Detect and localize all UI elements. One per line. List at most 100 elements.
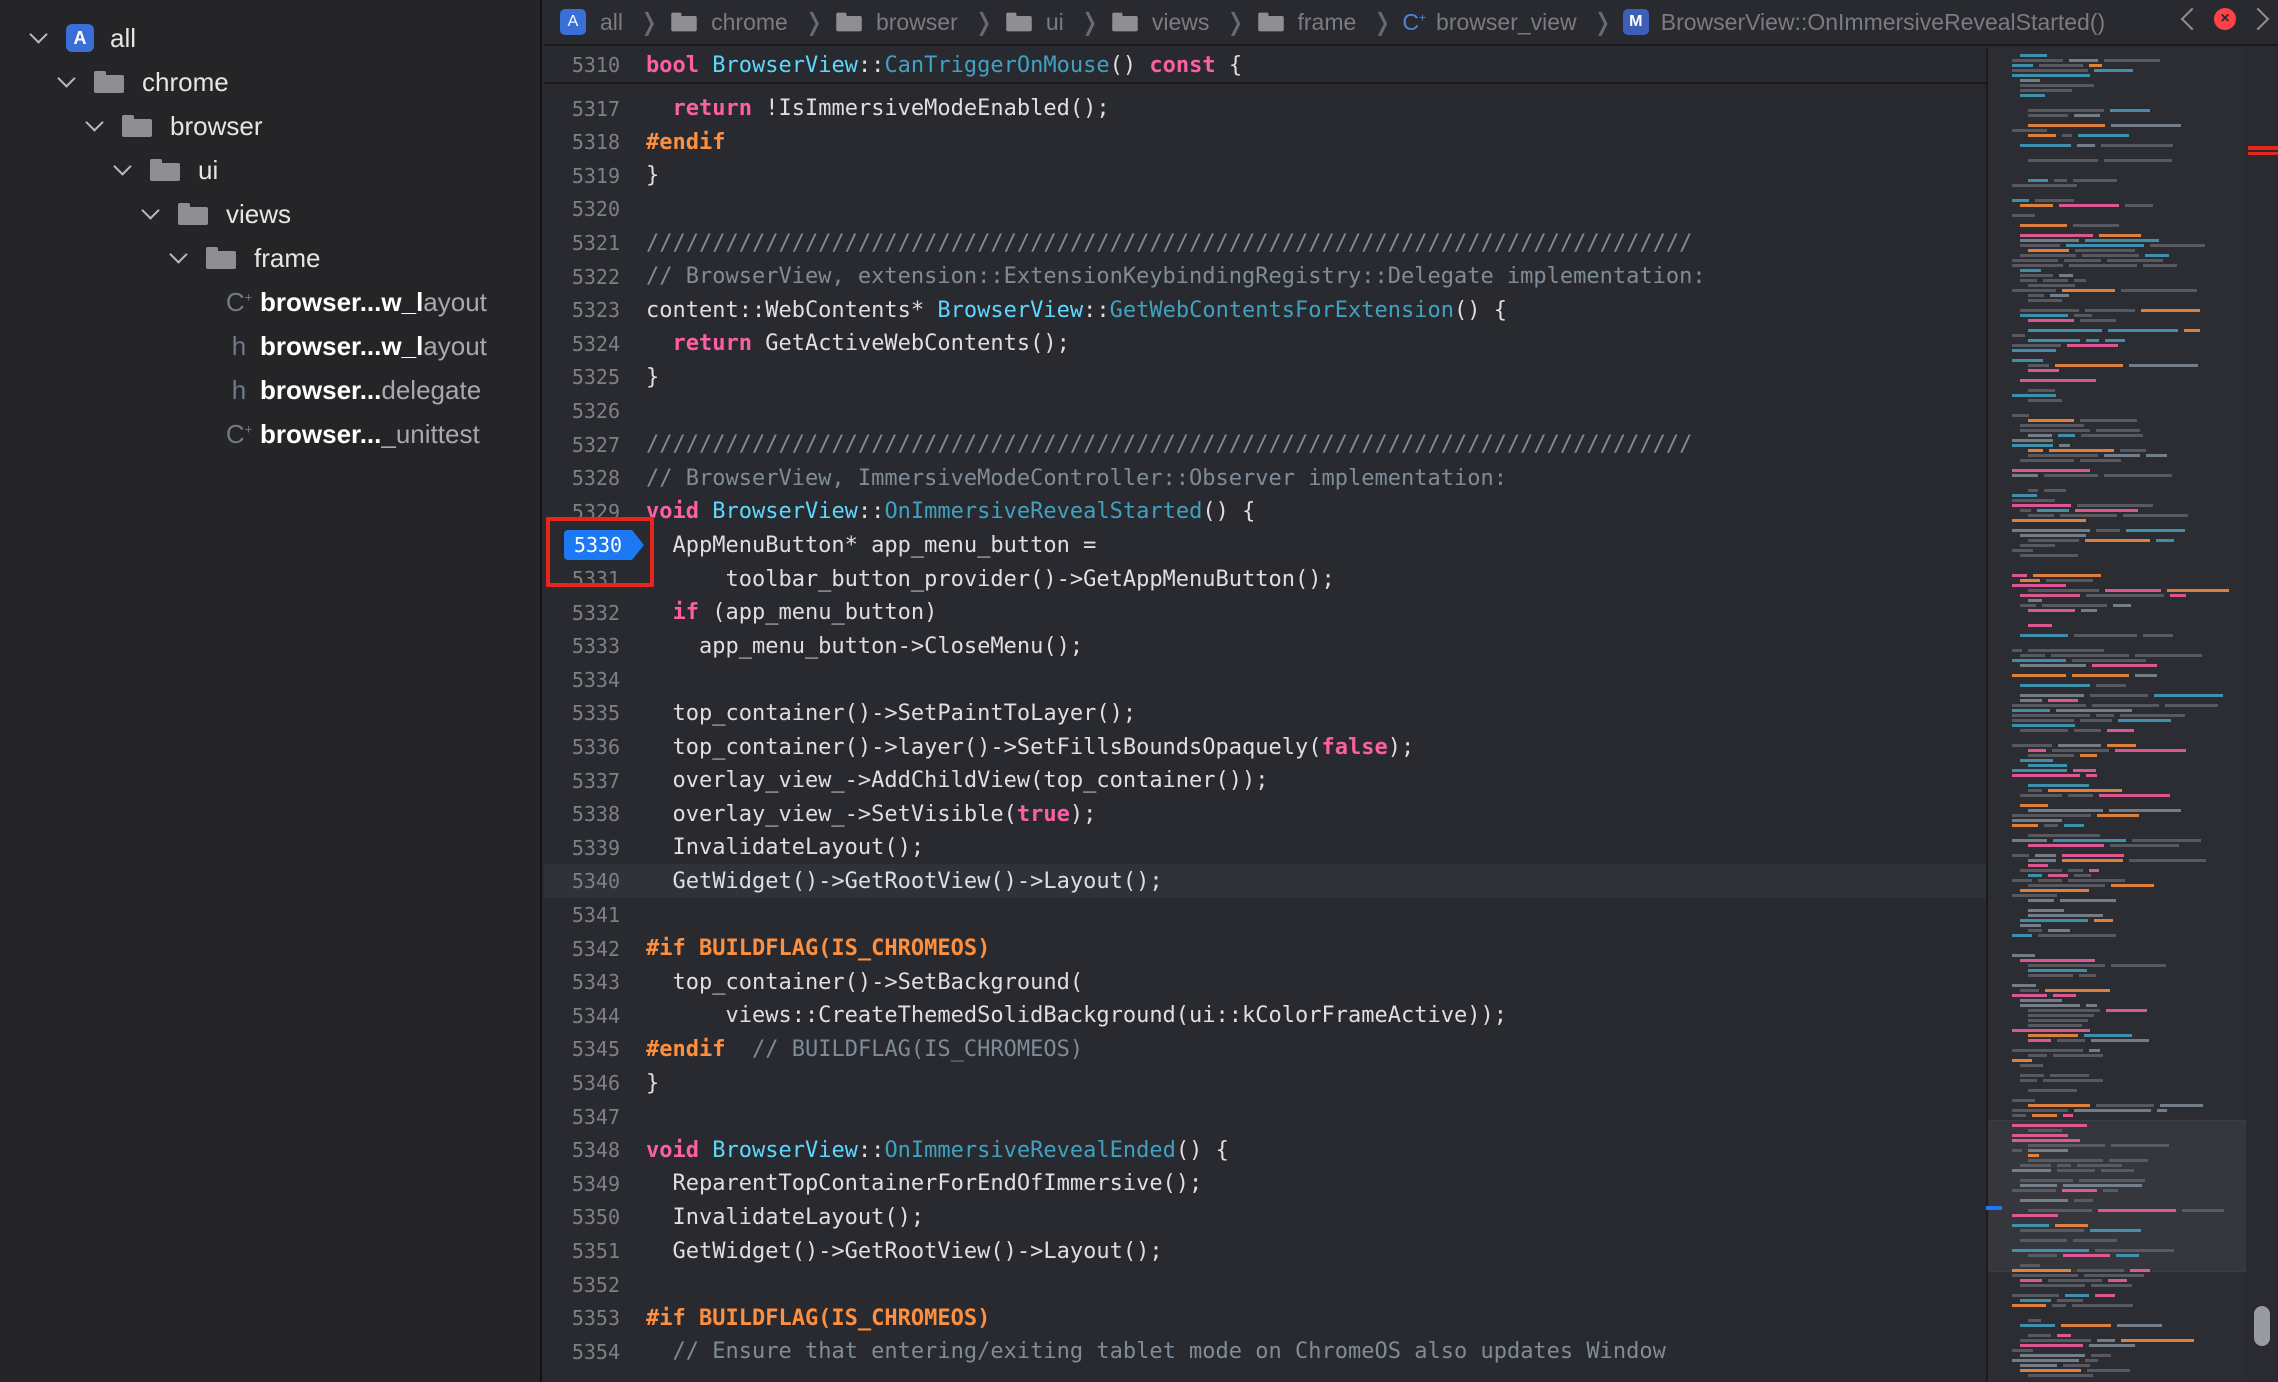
tree-item-frame[interactable]: frame bbox=[168, 236, 320, 280]
source-editor[interactable]: 5310 bool BrowserView::CanTriggerOnMouse(… bbox=[544, 48, 1986, 1382]
code-text[interactable]: overlay_view_->AddChildView(top_containe… bbox=[646, 768, 1268, 793]
line-number[interactable]: 5310 bbox=[544, 53, 620, 77]
code-line[interactable]: 5347 bbox=[544, 1100, 1986, 1134]
code-line[interactable]: 5353 #if BUILDFLAG(IS_CHROMEOS) bbox=[544, 1301, 1986, 1335]
code-text[interactable]: } bbox=[646, 365, 659, 390]
code-line[interactable]: 5332 if (app_menu_button) bbox=[544, 596, 1986, 630]
code-line[interactable]: 5349 ReparentTopContainerForEndOfImmersi… bbox=[544, 1167, 1986, 1201]
line-number[interactable]: 5342 bbox=[544, 937, 620, 961]
code-line[interactable]: 5330 AppMenuButton* app_menu_button =533… bbox=[544, 528, 1986, 562]
code-line[interactable]: 5352 bbox=[544, 1268, 1986, 1302]
line-number[interactable]: 5327 bbox=[544, 433, 620, 457]
code-line[interactable]: 5327 ////////////////////////////////////… bbox=[544, 428, 1986, 462]
back-arrow-icon[interactable] bbox=[2180, 7, 2204, 31]
tree-item-ui[interactable]: ui bbox=[112, 148, 218, 192]
code-text[interactable]: ////////////////////////////////////////… bbox=[646, 432, 1692, 457]
code-line[interactable]: 5331 toolbar_button_provider()->GetAppMe… bbox=[544, 562, 1986, 596]
chevron-down-icon[interactable] bbox=[56, 70, 80, 94]
line-number[interactable]: 5340 bbox=[544, 869, 620, 893]
minimap[interactable] bbox=[1986, 48, 2246, 1382]
line-number[interactable]: 5351 bbox=[544, 1239, 620, 1263]
code-text[interactable]: top_container()->SetPaintToLayer(); bbox=[646, 701, 1136, 726]
code-text[interactable]: // BrowserView, extension::ExtensionKeyb… bbox=[646, 264, 1706, 289]
line-number[interactable]: 5347 bbox=[544, 1105, 620, 1129]
line-number[interactable]: 5322 bbox=[544, 265, 620, 289]
line-number[interactable]: 5353 bbox=[544, 1306, 620, 1330]
code-text[interactable]: #endif bbox=[646, 130, 725, 155]
line-number[interactable]: 5344 bbox=[544, 1004, 620, 1028]
code-line[interactable]: 5321 ////////////////////////////////////… bbox=[544, 226, 1986, 260]
code-text[interactable]: views::CreateThemedSolidBackground(ui::k… bbox=[646, 1003, 1506, 1028]
code-text[interactable]: void BrowserView::OnImmersiveRevealEnded… bbox=[646, 1138, 1229, 1163]
line-number[interactable]: 5320 bbox=[544, 197, 620, 221]
line-number[interactable]: 5350 bbox=[544, 1205, 620, 1229]
scrollbar-track[interactable] bbox=[2246, 48, 2278, 1382]
line-number[interactable]: 5324 bbox=[544, 332, 620, 356]
breadcrumb-chrome[interactable]: chrome bbox=[669, 9, 788, 36]
code-text[interactable]: if (app_menu_button) bbox=[646, 600, 938, 625]
line-number[interactable]: 5346 bbox=[544, 1071, 620, 1095]
code-text[interactable]: toolbar_button_provider()->GetAppMenuBut… bbox=[646, 567, 1334, 592]
line-number[interactable]: 5326 bbox=[544, 399, 620, 423]
code-text[interactable]: AppMenuButton* app_menu_button = bbox=[646, 533, 1096, 558]
line-number[interactable]: 5318 bbox=[544, 130, 620, 154]
code-line[interactable]: 5339 InvalidateLayout(); bbox=[544, 831, 1986, 865]
line-number[interactable]: 5338 bbox=[544, 802, 620, 826]
line-number[interactable]: 5333 bbox=[544, 634, 620, 658]
line-number[interactable]: 5336 bbox=[544, 735, 620, 759]
tree-file-item[interactable]: h browser... delegate bbox=[224, 368, 481, 412]
code-text[interactable]: bool BrowserView::CanTriggerOnMouse() co… bbox=[646, 53, 1242, 78]
code-text[interactable]: app_menu_button->CloseMenu(); bbox=[646, 634, 1083, 659]
code-line[interactable]: 5337 overlay_view_->AddChildView(top_con… bbox=[544, 764, 1986, 798]
code-line[interactable]: 5318 #endif bbox=[544, 125, 1986, 159]
code-text[interactable]: ////////////////////////////////////////… bbox=[646, 231, 1692, 256]
line-number[interactable]: 5334 bbox=[544, 668, 620, 692]
chevron-down-icon[interactable] bbox=[168, 246, 192, 270]
tree-item-all[interactable]: Aall bbox=[28, 16, 136, 60]
forward-arrow-icon[interactable] bbox=[2246, 7, 2270, 31]
code-text[interactable]: #endif // BUILDFLAG(IS_CHROMEOS) bbox=[646, 1037, 1083, 1062]
code-line[interactable]: 5351 GetWidget()->GetRootView()->Layout(… bbox=[544, 1234, 1986, 1268]
line-number[interactable]: 5348 bbox=[544, 1138, 620, 1162]
code-line[interactable]: 5341 bbox=[544, 898, 1986, 932]
project-icon[interactable]: A bbox=[560, 9, 586, 35]
tree-item-views[interactable]: views bbox=[140, 192, 291, 236]
code-line[interactable]: 5334 bbox=[544, 663, 1986, 697]
line-number[interactable]: 5319 bbox=[544, 164, 620, 188]
chevron-down-icon[interactable] bbox=[112, 158, 136, 182]
code-text[interactable]: top_container()->layer()->SetFillsBounds… bbox=[646, 735, 1414, 760]
error-icon[interactable]: × bbox=[2214, 8, 2236, 30]
code-text[interactable]: GetWidget()->GetRootView()->Layout(); bbox=[646, 869, 1162, 894]
line-number[interactable]: 5339 bbox=[544, 836, 620, 860]
code-text[interactable]: #if BUILDFLAG(IS_CHROMEOS) bbox=[646, 936, 990, 961]
code-line[interactable]: 5326 bbox=[544, 394, 1986, 428]
breadcrumb-method[interactable]: M BrowserView::OnImmersiveRevealStarted(… bbox=[1622, 9, 2105, 36]
code-text[interactable]: overlay_view_->SetVisible(true); bbox=[646, 802, 1096, 827]
code-text[interactable]: content::WebContents* BrowserView::GetWe… bbox=[646, 298, 1507, 323]
tree-file-item[interactable]: C+ browser... _unittest bbox=[224, 412, 480, 456]
code-line[interactable]: 5346} bbox=[544, 1066, 1986, 1100]
tree-item-browser[interactable]: browser bbox=[84, 104, 262, 148]
code-line[interactable]: 5348 void BrowserView::OnImmersiveRevealE… bbox=[544, 1133, 1986, 1167]
tree-item-chrome[interactable]: chrome bbox=[56, 60, 229, 104]
line-number[interactable]: 5328 bbox=[544, 466, 620, 490]
code-text[interactable]: // BrowserView, ImmersiveModeController:… bbox=[646, 466, 1507, 491]
breadcrumb-views[interactable]: views bbox=[1110, 9, 1209, 36]
line-number[interactable]: 5321 bbox=[544, 231, 620, 255]
line-number[interactable]: 5341 bbox=[544, 903, 620, 927]
code-line[interactable]: 5340 GetWidget()->GetRootView()->Layout(… bbox=[544, 864, 1986, 899]
code-text[interactable]: } bbox=[646, 1071, 659, 1096]
breadcrumb-browser[interactable]: browser bbox=[834, 9, 958, 36]
chevron-down-icon[interactable] bbox=[84, 114, 108, 138]
code-text[interactable]: return !IsImmersiveModeEnabled(); bbox=[646, 96, 1110, 121]
tree-file-item[interactable]: C+ browser...w_l ayout bbox=[224, 280, 487, 324]
line-number[interactable]: 5343 bbox=[544, 970, 620, 994]
code-line[interactable]: 5329 void BrowserView::OnImmersiveRevealS… bbox=[544, 495, 1986, 529]
code-line[interactable]: 5310 bool BrowserView::CanTriggerOnMouse(… bbox=[544, 48, 1986, 84]
line-number[interactable]: 5325 bbox=[544, 365, 620, 389]
code-text[interactable]: return GetActiveWebContents(); bbox=[646, 331, 1070, 356]
line-number[interactable]: 5332 bbox=[544, 601, 620, 625]
code-line[interactable]: 5324 return GetActiveWebContents(); bbox=[544, 327, 1986, 361]
code-text[interactable]: ReparentTopContainerForEndOfImmersive(); bbox=[646, 1171, 1202, 1196]
code-line[interactable]: 5333 app_menu_button->CloseMenu(); bbox=[544, 629, 1986, 663]
